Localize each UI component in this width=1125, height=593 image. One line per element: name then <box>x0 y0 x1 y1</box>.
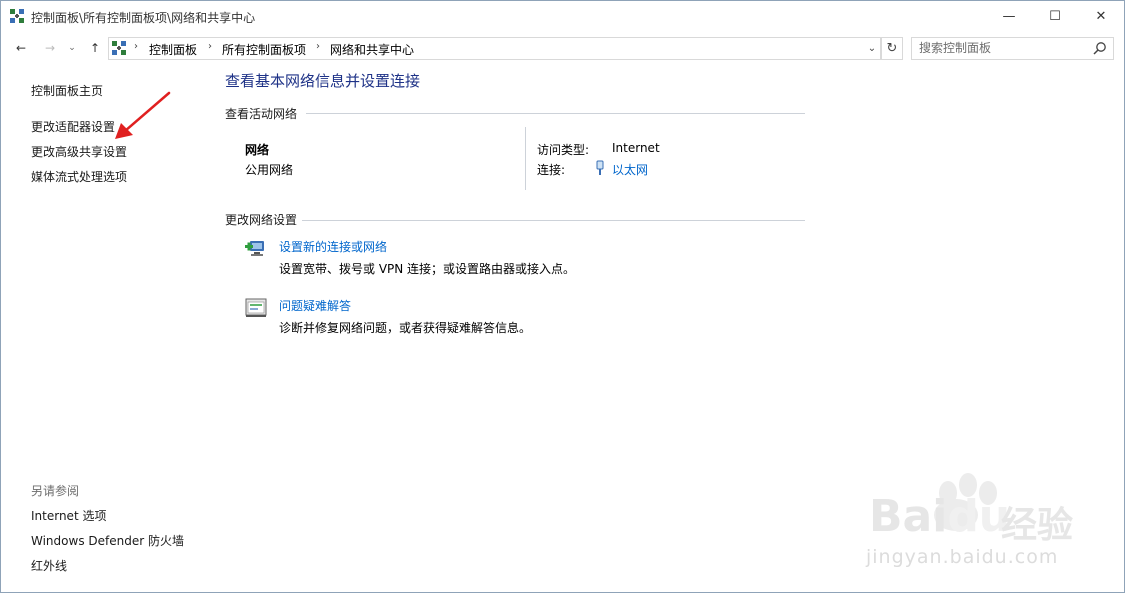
forward-arrow-icon: → <box>44 41 56 55</box>
close-icon: ✕ <box>1095 9 1107 24</box>
maximize-button[interactable]: ☐ <box>1032 1 1078 32</box>
minimize-button[interactable]: — <box>986 1 1032 32</box>
left-pane: 控制面板主页 更改适配器设置 更改高级共享设置 媒体流式处理选项 另请参阅 In… <box>1 63 211 591</box>
change-advanced-sharing-link[interactable]: 更改高级共享设置 <box>31 143 127 160</box>
navigation-bar: ← → ⌄ ↑ › 控制面板 › 所有控制面板项 › 网络和共享中心 ⌄ ↻ <box>1 34 1124 62</box>
chevron-down-icon: ⌄ <box>867 42 877 54</box>
ethernet-connection-link[interactable]: 以太网 <box>612 161 648 178</box>
search-box[interactable] <box>911 37 1114 60</box>
troubleshoot-problems-description: 诊断并修复网络问题，或者获得疑难解答信息。 <box>279 321 532 335</box>
internet-options-link[interactable]: Internet 选项 <box>31 507 106 524</box>
ethernet-icon <box>596 160 604 175</box>
change-adapter-settings-link[interactable]: 更改适配器设置 <box>31 118 115 135</box>
close-button[interactable]: ✕ <box>1078 1 1124 32</box>
back-arrow-icon: ← <box>15 41 27 55</box>
media-streaming-options-link[interactable]: 媒体流式处理选项 <box>31 168 127 185</box>
network-type: 公用网络 <box>245 163 294 177</box>
breadcrumb-control-panel[interactable]: 控制面板 <box>149 41 197 58</box>
address-bar[interactable]: › 控制面板 › 所有控制面板项 › 网络和共享中心 ⌄ <box>108 37 881 60</box>
address-dropdown-button[interactable]: ⌄ <box>865 40 879 56</box>
maximize-icon: ☐ <box>1049 9 1061 24</box>
network-name: 网络 <box>245 143 270 157</box>
refresh-icon: ↻ <box>886 41 898 56</box>
back-button[interactable]: ← <box>12 38 30 58</box>
change-network-settings-header: 更改网络设置 <box>225 213 298 227</box>
network-center-icon <box>112 41 126 55</box>
title-bar: 控制面板\所有控制面板项\网络和共享中心 — ☐ ✕ <box>1 1 1124 32</box>
breadcrumb-separator-icon[interactable]: › <box>208 41 212 52</box>
active-networks-header: 查看活动网络 <box>225 107 298 121</box>
watermark-brand: Baidu <box>869 491 1011 542</box>
up-arrow-icon: ↑ <box>89 41 101 55</box>
access-type-value: Internet <box>612 141 660 155</box>
search-icon[interactable] <box>1093 41 1107 55</box>
troubleshoot-icon[interactable] <box>244 296 268 320</box>
watermark-url: jingyan.baidu.com <box>866 546 1059 568</box>
breadcrumb-separator-icon[interactable]: › <box>316 41 320 52</box>
watermark-label: 经验 <box>1001 505 1074 546</box>
up-button[interactable]: ↑ <box>86 38 104 58</box>
breadcrumb-separator-icon[interactable]: › <box>134 41 138 52</box>
troubleshoot-problems-link[interactable]: 问题疑难解答 <box>279 297 351 314</box>
see-also-header: 另请参阅 <box>31 484 80 498</box>
windows-defender-firewall-link[interactable]: Windows Defender 防火墙 <box>31 532 184 549</box>
search-input[interactable] <box>919 40 1089 56</box>
breadcrumb-network-center[interactable]: 网络和共享中心 <box>330 41 414 58</box>
forward-button[interactable]: → <box>41 38 59 58</box>
network-center-icon <box>10 9 24 23</box>
chevron-down-icon: ⌄ <box>68 43 76 53</box>
setup-new-connection-description: 设置宽带、拨号或 VPN 连接；或设置路由器或接入点。 <box>279 262 576 276</box>
annotation-arrow-icon <box>115 91 171 139</box>
section-divider <box>302 220 805 221</box>
infrared-link[interactable]: 红外线 <box>31 557 67 574</box>
connection-label: 连接: <box>537 163 566 177</box>
breadcrumb-all-items[interactable]: 所有控制面板项 <box>222 41 306 58</box>
access-type-label: 访问类型: <box>537 143 590 157</box>
window: 控制面板\所有控制面板项\网络和共享中心 — ☐ ✕ ← → ⌄ ↑ › 控制面… <box>0 0 1125 593</box>
minimize-icon: — <box>1002 9 1016 24</box>
control-panel-home-link[interactable]: 控制面板主页 <box>31 82 103 99</box>
setup-new-connection-link[interactable]: 设置新的连接或网络 <box>279 238 387 255</box>
page-title: 查看基本网络信息并设置连接 <box>225 72 421 90</box>
new-connection-icon[interactable] <box>244 237 268 261</box>
window-title: 控制面板\所有控制面板项\网络和共享中心 <box>31 11 256 25</box>
recent-locations-button[interactable]: ⌄ <box>66 38 78 58</box>
section-divider <box>306 113 805 114</box>
vertical-divider <box>525 127 526 190</box>
refresh-button[interactable]: ↻ <box>881 37 903 60</box>
